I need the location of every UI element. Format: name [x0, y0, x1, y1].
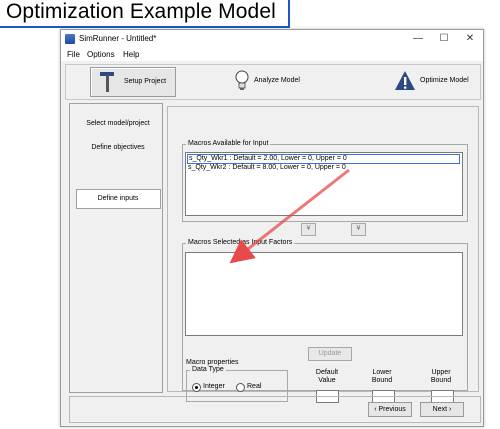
banner-underline — [0, 26, 290, 28]
previous-button[interactable]: ‹ Previous — [368, 402, 412, 417]
banner-title: Optimization Example Model — [6, 0, 276, 23]
annotation-arrow — [229, 168, 350, 264]
simrunner-window: SimRunner - Untitled* — ☐ ✕ File Options… — [60, 29, 484, 427]
navigation-bar: ‹ Previous Next › — [69, 396, 481, 423]
banner-side-rule — [288, 0, 290, 28]
next-button[interactable]: Next › — [420, 402, 464, 417]
